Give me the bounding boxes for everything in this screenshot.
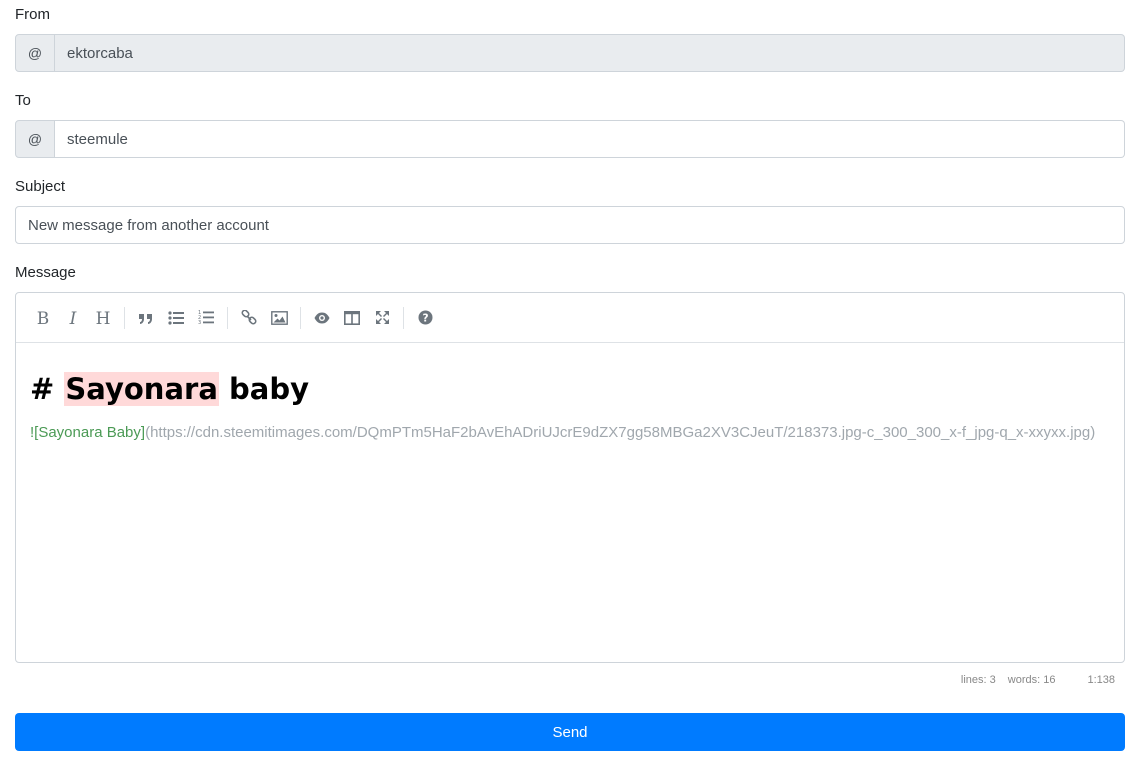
from-label: From: [15, 6, 50, 23]
cursor-position: 1:138: [1087, 674, 1115, 686]
toolbar-separator: [403, 306, 404, 329]
subject-field[interactable]: [15, 206, 1125, 244]
heading-rest: baby: [218, 372, 309, 406]
editor-toolbar: B I H 123 ?: [16, 293, 1124, 343]
from-input-group: @: [15, 34, 1125, 72]
svg-text:H: H: [96, 310, 111, 326]
link-icon[interactable]: [234, 303, 264, 333]
to-field[interactable]: [55, 120, 1125, 158]
editor-content[interactable]: # Sayonara baby ![Sayonara Baby](https:/…: [16, 343, 1124, 465]
bold-icon[interactable]: B: [28, 303, 58, 333]
svg-text:3: 3: [198, 320, 201, 325]
heading-icon[interactable]: H: [88, 303, 118, 333]
image-icon[interactable]: [264, 303, 294, 333]
toolbar-separator: [124, 306, 125, 329]
unordered-list-icon[interactable]: [161, 303, 191, 333]
image-alt-text: ![Sayonara Baby]: [30, 424, 146, 441]
heading-hash: #: [30, 372, 65, 406]
to-at-prefix: @: [15, 120, 55, 158]
lines-count: lines: 3: [960, 674, 996, 686]
editor-statusbar: lines: 3 words: 16 1:138: [949, 674, 1115, 686]
side-by-side-icon[interactable]: [337, 303, 367, 333]
to-input-group: @: [15, 120, 1125, 158]
help-icon[interactable]: ?: [410, 303, 440, 333]
toolbar-separator: [300, 306, 301, 329]
svg-text:B: B: [37, 310, 50, 326]
quote-icon[interactable]: [131, 303, 161, 333]
highlighted-word: Sayonara: [64, 372, 219, 406]
subject-label: Subject: [15, 178, 66, 195]
from-at-prefix: @: [15, 34, 55, 72]
toolbar-separator: [227, 306, 228, 329]
to-label: To: [15, 92, 31, 109]
markdown-image-line: ![Sayonara Baby](https://cdn.steemitimag…: [30, 421, 1110, 445]
preview-icon[interactable]: [307, 303, 337, 333]
fullscreen-icon[interactable]: [367, 303, 397, 333]
markdown-heading-line: # Sayonara baby: [30, 367, 1110, 411]
words-count: words: 16: [1007, 674, 1056, 686]
italic-icon[interactable]: I: [58, 303, 88, 333]
svg-text:I: I: [69, 310, 77, 326]
subject-input-group: [15, 206, 1125, 244]
message-label: Message: [15, 264, 76, 281]
svg-text:?: ?: [422, 312, 428, 324]
send-button[interactable]: Send: [15, 713, 1125, 751]
ordered-list-icon[interactable]: 123: [191, 303, 221, 333]
image-url-text: (https://cdn.steemitimages.com/DQmPTm5Ha…: [145, 424, 1096, 441]
markdown-editor: B I H 123 ? # Sayonara baby ![Sayonara B…: [15, 292, 1125, 663]
from-field[interactable]: [55, 34, 1125, 72]
